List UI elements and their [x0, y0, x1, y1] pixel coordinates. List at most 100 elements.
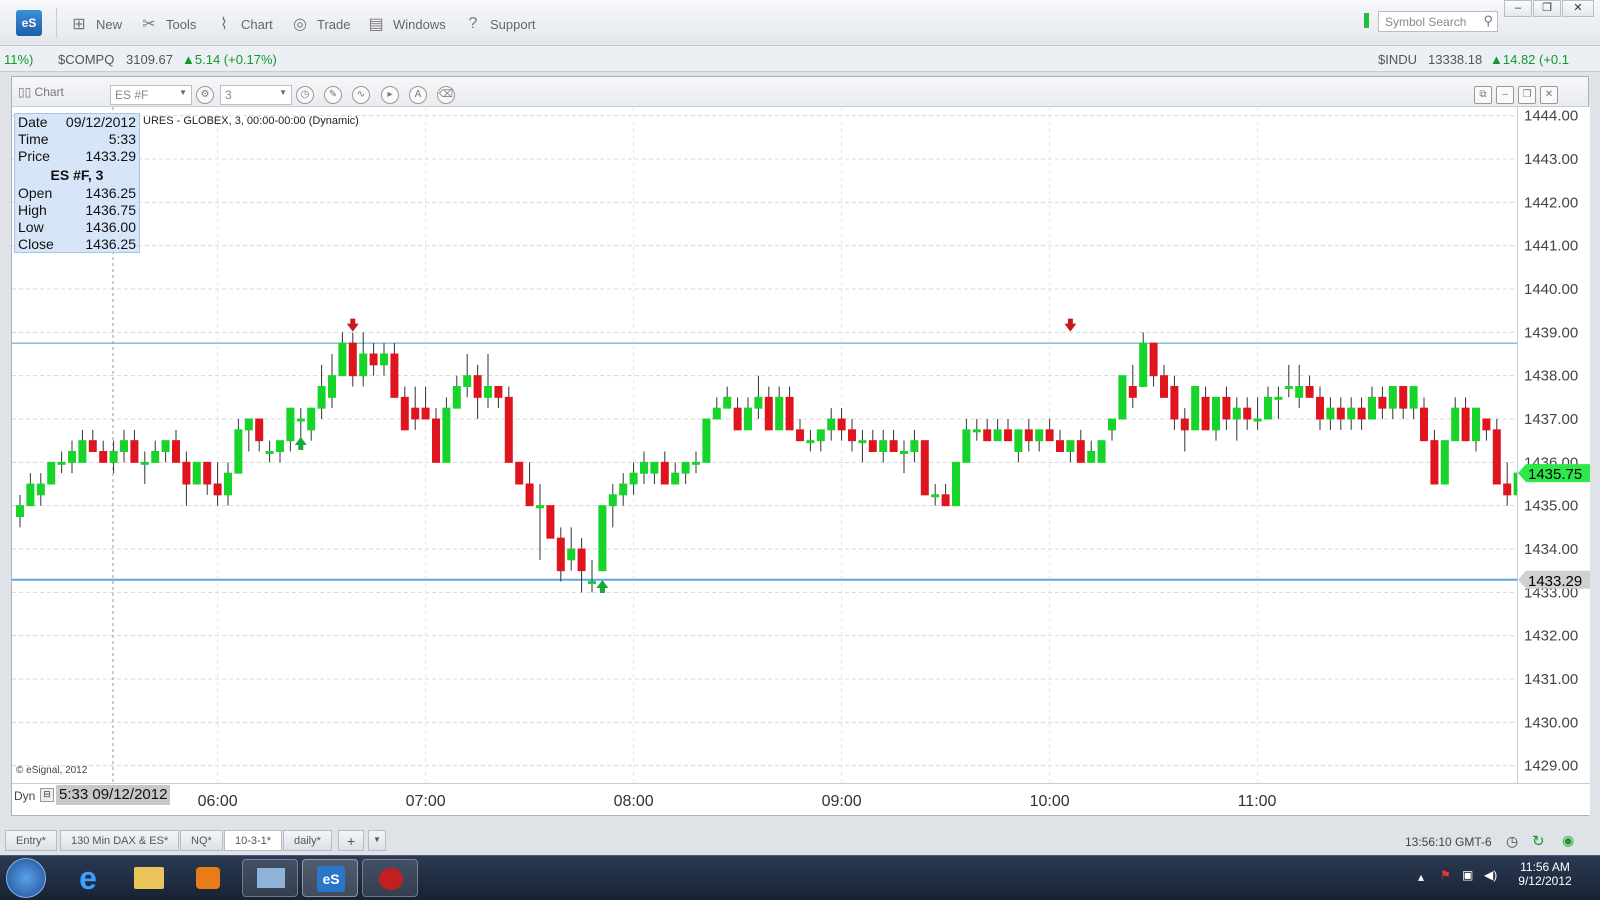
candle-body [1357, 407, 1366, 420]
time-row: Time 5:33 [18, 131, 136, 147]
time-tick-label: 09:00 [822, 793, 862, 810]
candle-body [889, 440, 898, 452]
candle-body [88, 440, 97, 452]
candle-body [754, 396, 763, 409]
play-icon[interactable]: ▸ [381, 86, 399, 104]
candle-body [1430, 440, 1439, 485]
candle-body [993, 429, 1002, 442]
windows-button[interactable]: ▤ Windows [365, 12, 445, 36]
candle-body [1284, 386, 1293, 389]
internet-explorer-icon[interactable]: e [60, 859, 116, 897]
candle-body [858, 440, 867, 444]
interval-combo[interactable]: 3 ▼ [220, 85, 292, 105]
compq-symbol[interactable]: $COMPQ [58, 52, 114, 67]
candle-body [1076, 440, 1085, 463]
network-app-icon[interactable] [242, 859, 298, 897]
trade-button[interactable]: ◎ Trade [289, 12, 350, 36]
price-axis[interactable]: 1444.00 1443.00 1442.00 1441.00 1440.00 1439.… [1517, 107, 1590, 783]
compq-change: ▲5.14 (+0.17%) [182, 52, 277, 67]
clock-status-icon[interactable]: ◷ [1506, 833, 1518, 850]
candle-body [900, 451, 908, 454]
candle-body [348, 342, 357, 377]
trading-app-icon[interactable] [362, 859, 418, 897]
candle-body [775, 396, 784, 431]
annotation-icon[interactable]: A [409, 86, 427, 104]
candle-body [224, 472, 232, 496]
price-tick-label: 1444.00 [1524, 108, 1578, 125]
candle-body [1180, 418, 1189, 431]
start-button[interactable] [6, 858, 46, 898]
refresh-icon[interactable]: ↻ [1532, 832, 1545, 850]
tab-130min-dax-es[interactable]: 130 Min DAX & ES* [60, 830, 180, 851]
candle-body [1316, 396, 1324, 420]
settings-icon[interactable]: ⚙ [196, 86, 214, 104]
candle-body [806, 440, 815, 444]
search-icon[interactable]: ⚲ [1483, 13, 1493, 29]
candle-body [359, 353, 368, 377]
window-minimize-icon[interactable]: – [1496, 86, 1514, 104]
minimize-button[interactable]: – [1504, 0, 1532, 17]
taskbar-clock[interactable]: 11:56 AM 9/12/2012 [1510, 860, 1580, 888]
tab-menu-button[interactable]: ▼ [368, 830, 386, 851]
candle-body [681, 461, 690, 474]
tab-entry[interactable]: Entry* [5, 830, 57, 851]
indu-symbol[interactable]: $INDU [1378, 52, 1417, 67]
tab-nq[interactable]: NQ* [180, 830, 223, 851]
media-player-icon[interactable] [180, 859, 236, 897]
file-explorer-icon[interactable] [120, 859, 176, 897]
candle-body [203, 461, 212, 485]
candle-body [1305, 386, 1314, 398]
tab-10-3-1[interactable]: 10-3-1* [224, 830, 283, 851]
tools-button[interactable]: ✂ Tools [138, 12, 196, 36]
window-close-icon[interactable]: ✕ [1540, 86, 1558, 104]
pencil-icon[interactable]: ✎ [324, 86, 342, 104]
close-button[interactable]: ✕ [1562, 0, 1594, 17]
candle-body [16, 505, 24, 517]
candle-body [380, 353, 388, 366]
candle-body [598, 505, 607, 572]
candle-body [515, 461, 524, 485]
new-button[interactable]: ⊞ New [68, 12, 122, 36]
symbol-search-input[interactable]: Symbol Search ⚲ [1378, 11, 1498, 32]
tray-volume-icon[interactable]: ◀) [1484, 868, 1497, 882]
curve-icon[interactable]: ∿ [352, 86, 370, 104]
price-tick-label: 1434.00 [1524, 541, 1578, 558]
symbol-combo[interactable]: ES #F ▼ [110, 85, 192, 105]
window-link-icon[interactable]: ⧉ [1474, 86, 1492, 104]
candle-body [868, 440, 877, 452]
chart-label: ▯▯ Chart [18, 85, 64, 99]
app-toolbar: eS ⊞ New ✂ Tools ⌇ Chart ◎ Trade ▤ Windows ? S… [0, 0, 1600, 46]
candle-body [1045, 429, 1054, 442]
tray-expand-icon[interactable]: ▴ [1418, 870, 1424, 884]
clock-icon[interactable]: ◷ [296, 86, 314, 104]
support-button[interactable]: ? Support [462, 12, 536, 36]
candle-body [1087, 451, 1096, 463]
eraser-icon[interactable]: ⌫ [437, 86, 455, 104]
chart-button[interactable]: ⌇ Chart [213, 12, 273, 36]
add-tab-button[interactable]: + [338, 830, 365, 851]
lock-icon[interactable]: ⊟ [40, 788, 54, 802]
dyn-label[interactable]: Dyn [14, 789, 35, 803]
candle-body [78, 440, 87, 463]
connection-icon[interactable]: ◉ [1562, 832, 1574, 849]
tray-flag-icon[interactable]: ⚑ [1440, 868, 1451, 882]
sell-arrow-icon [346, 318, 359, 332]
buy-arrow-icon [294, 437, 307, 450]
status-time: 13:56:10 GMT-6 [1405, 835, 1492, 849]
esignal-logo[interactable]: eS [16, 10, 42, 36]
candle-body [1222, 396, 1231, 420]
candle-body [1336, 407, 1345, 420]
tab-daily[interactable]: daily* [283, 830, 332, 851]
esignal-taskbar-icon[interactable]: eS [302, 859, 358, 897]
time-axis[interactable]: 06:00 07:00 08:00 09:00 10:00 11:00 [12, 783, 1590, 815]
window-restore-icon[interactable]: ❐ [1518, 86, 1536, 104]
connection-status-indicator [1364, 13, 1369, 28]
candle-body [1066, 440, 1075, 452]
tray-network-icon[interactable]: ▣ [1462, 868, 1473, 882]
price-chart[interactable] [12, 107, 1517, 783]
price-tick-label: 1443.00 [1524, 151, 1578, 168]
chevron-down-icon: ▼ [279, 88, 287, 97]
candle-body [172, 440, 180, 463]
restore-button[interactable]: ❐ [1533, 0, 1561, 17]
candle-body [307, 407, 316, 431]
